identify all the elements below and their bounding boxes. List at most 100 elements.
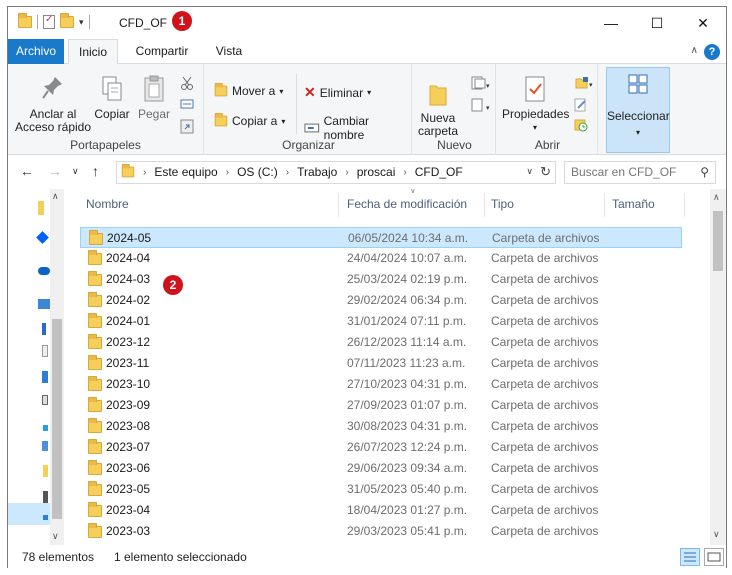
- column-divider[interactable]: [604, 193, 605, 217]
- tab-archivo[interactable]: Archivo: [8, 39, 64, 64]
- scroll-up-chevron-icon[interactable]: ∧: [52, 191, 59, 202]
- pin-quick-access-button[interactable]: Anclar al Acceso rápido: [14, 74, 92, 134]
- chevron-right-icon[interactable]: ›: [345, 167, 348, 178]
- column-header-size[interactable]: Tamaño: [612, 197, 655, 211]
- table-row[interactable]: 2023-11 07/11/2023 11:23 a.m. Carpeta de a…: [80, 353, 682, 374]
- new-folder-icon[interactable]: [60, 13, 74, 28]
- new-folder-button[interactable]: Nueva carpeta: [418, 78, 458, 138]
- table-row[interactable]: 2023-03 29/03/2023 05:41 p.m. Carpeta de a…: [80, 521, 682, 542]
- table-row[interactable]: 2023-10 27/10/2023 04:31 p.m. Carpeta de a…: [80, 374, 682, 395]
- crumb-proscai[interactable]: proscai: [357, 165, 396, 179]
- chevron-right-icon[interactable]: ›: [286, 167, 289, 178]
- file-name[interactable]: 2024-02: [106, 293, 150, 307]
- nav-pane-scroll-thumb[interactable]: [52, 319, 62, 519]
- file-name[interactable]: 2023-05: [106, 482, 150, 496]
- minimize-button[interactable]: —: [588, 7, 634, 39]
- help-icon[interactable]: ?: [704, 44, 720, 60]
- new-item-icon[interactable]: ▾: [470, 76, 490, 90]
- documents-icon[interactable]: [42, 345, 48, 357]
- copy-path-icon[interactable]: [180, 98, 194, 110]
- file-list-scrollbar[interactable]: ∧ ∨: [710, 189, 726, 545]
- file-name[interactable]: 2023-10: [106, 377, 150, 391]
- file-name[interactable]: 2023-12: [106, 335, 150, 349]
- recent-locations-chevron-icon[interactable]: ∨: [72, 166, 79, 177]
- customize-toolbar-chevron-icon[interactable]: ▾: [79, 17, 84, 28]
- easy-access-icon[interactable]: ▾: [470, 98, 490, 112]
- paste-button[interactable]: Pegar: [134, 74, 174, 121]
- close-button[interactable]: ✕: [680, 7, 726, 39]
- tab-compartir[interactable]: Compartir: [126, 39, 198, 64]
- table-row[interactable]: 2024-05 06/05/2024 10:34 a.m. Carpeta de a…: [80, 227, 682, 248]
- copy-button[interactable]: Copiar: [92, 74, 132, 121]
- file-name[interactable]: 2023-08: [106, 419, 150, 433]
- nav-selected-item[interactable]: [8, 503, 50, 525]
- file-name[interactable]: 2023-03: [106, 524, 150, 538]
- table-row[interactable]: 2023-07 26/07/2023 12:24 p.m. Carpeta de a…: [80, 437, 682, 458]
- file-name[interactable]: 2023-09: [106, 398, 150, 412]
- desktop-icon[interactable]: [42, 371, 48, 383]
- table-row[interactable]: 2023-09 27/09/2023 01:07 p.m. Carpeta de a…: [80, 395, 682, 416]
- cut-icon[interactable]: [180, 76, 194, 90]
- collapse-ribbon-chevron-icon[interactable]: ∧: [691, 45, 698, 56]
- refresh-icon[interactable]: ↻: [540, 164, 551, 180]
- copy-to-button[interactable]: Copiar a ▾: [214, 112, 285, 128]
- music-icon[interactable]: [43, 425, 48, 431]
- column-header-name[interactable]: Nombre: [86, 197, 129, 211]
- search-input[interactable]: [571, 165, 691, 179]
- properties-icon[interactable]: [43, 14, 55, 29]
- tab-vista[interactable]: Vista: [204, 39, 254, 64]
- edit-icon[interactable]: [574, 98, 588, 112]
- crumb-trabajo[interactable]: Trabajo: [297, 165, 337, 179]
- table-row[interactable]: 2023-06 29/06/2023 09:34 a.m. Carpeta de a…: [80, 458, 682, 479]
- this-pc-icon[interactable]: [38, 299, 50, 309]
- table-row[interactable]: 2024-01 31/01/2024 07:11 p.m. Carpeta de a…: [80, 311, 682, 332]
- chevron-right-icon[interactable]: ›: [403, 167, 406, 178]
- videos-icon[interactable]: [42, 441, 48, 451]
- open-icon[interactable]: ▾: [574, 76, 594, 90]
- column-header-type[interactable]: Tipo: [491, 197, 514, 211]
- paste-shortcut-icon[interactable]: [180, 118, 194, 134]
- table-row[interactable]: 2023-08 30/08/2023 04:31 p.m. Carpeta de a…: [80, 416, 682, 437]
- forward-arrow-icon[interactable]: →: [48, 163, 62, 179]
- file-name[interactable]: 2023-06: [106, 461, 150, 475]
- downloads-icon[interactable]: [42, 323, 46, 335]
- tab-inicio[interactable]: Inicio: [68, 39, 118, 65]
- scroll-down-chevron-icon[interactable]: ∨: [52, 531, 59, 542]
- back-arrow-icon[interactable]: ←: [20, 163, 34, 179]
- chevron-right-icon[interactable]: ›: [226, 167, 229, 178]
- scroll-down-chevron-icon[interactable]: ∨: [713, 529, 720, 540]
- up-arrow-icon[interactable]: ↑: [92, 163, 99, 179]
- chevron-right-icon[interactable]: ›: [143, 167, 146, 178]
- table-row[interactable]: 2023-04 18/04/2023 01:27 p.m. Carpeta de a…: [80, 500, 682, 521]
- crumb-drive[interactable]: OS (C:): [237, 165, 278, 179]
- file-name[interactable]: 2023-04: [106, 503, 150, 517]
- file-name[interactable]: 2024-01: [106, 314, 150, 328]
- details-view-button[interactable]: [680, 548, 700, 566]
- dropbox-icon[interactable]: [36, 231, 49, 244]
- address-dropdown-chevron-icon[interactable]: ∨: [526, 166, 533, 177]
- table-row[interactable]: 2024-04 24/04/2024 10:07 a.m. Carpeta de a…: [80, 248, 682, 269]
- drive-icon[interactable]: [43, 491, 48, 503]
- quick-access-icon[interactable]: [38, 201, 44, 215]
- scroll-up-chevron-icon[interactable]: ∧: [713, 192, 720, 203]
- crumb-este-equipo[interactable]: Este equipo: [154, 165, 217, 179]
- pictures-icon[interactable]: [42, 395, 48, 405]
- search-box[interactable]: ⚲: [564, 161, 716, 184]
- table-row[interactable]: 2023-05 31/05/2023 05:40 p.m. Carpeta de a…: [80, 479, 682, 500]
- large-icons-view-button[interactable]: [704, 548, 724, 566]
- table-row[interactable]: 2023-12 26/12/2023 11:14 a.m. Carpeta de a…: [80, 332, 682, 353]
- select-button[interactable]: Seleccionar ▾: [606, 67, 670, 153]
- onedrive-icon[interactable]: [38, 267, 50, 275]
- file-name[interactable]: 2023-07: [106, 440, 150, 454]
- address-bar[interactable]: › Este equipo › OS (C:) › Trabajo › pros…: [116, 161, 556, 184]
- file-list-scroll-thumb[interactable]: [713, 211, 723, 271]
- maximize-button[interactable]: ☐: [634, 7, 680, 39]
- column-header-date[interactable]: Fecha de modificación: [347, 197, 467, 211]
- column-divider[interactable]: [684, 193, 685, 217]
- file-name[interactable]: 2024-05: [107, 231, 151, 245]
- properties-button[interactable]: Propiedades ▾: [502, 74, 569, 134]
- file-name[interactable]: 2024-04: [106, 251, 150, 265]
- network-icon[interactable]: [43, 515, 48, 520]
- file-name[interactable]: 2024-03: [106, 272, 150, 286]
- folder-icon[interactable]: [43, 465, 48, 477]
